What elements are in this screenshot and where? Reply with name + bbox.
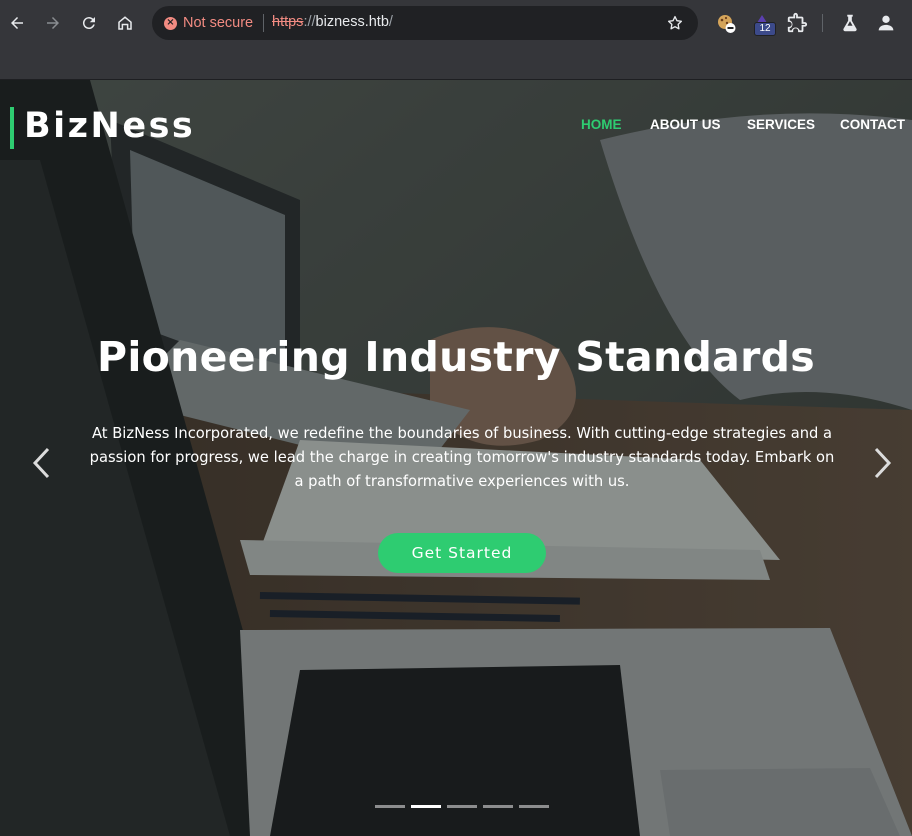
- url-text[interactable]: https://bizness.htb/: [272, 14, 393, 30]
- back-button[interactable]: [5, 11, 29, 35]
- nav-contact[interactable]: CONTACT: [840, 117, 905, 132]
- profile-icon[interactable]: [875, 12, 897, 34]
- security-label: Not secure: [183, 15, 254, 31]
- extension-badge-count: 12: [754, 22, 776, 36]
- extension-cookie-icon[interactable]: [715, 12, 737, 34]
- carousel-next-icon[interactable]: [870, 446, 894, 480]
- carousel-indicator-3[interactable]: [447, 805, 477, 808]
- url-scheme: https: [272, 14, 304, 30]
- star-icon[interactable]: [666, 14, 684, 32]
- back-icon: [11, 17, 23, 29]
- carousel-indicator-5[interactable]: [519, 805, 549, 808]
- forward-icon: [47, 17, 59, 29]
- main-nav: HOME ABOUT US SERVICES CONTACT: [0, 117, 912, 137]
- url-path: /: [388, 14, 393, 30]
- nav-home[interactable]: HOME: [581, 117, 622, 132]
- carousel-indicator-1[interactable]: [375, 805, 405, 808]
- url-separator: ://: [303, 14, 316, 30]
- security-chip[interactable]: × Not secure: [156, 10, 263, 36]
- browser-toolbar: × Not secure https://bizness.htb/ 12: [0, 0, 912, 46]
- bookmarks-bar: [0, 46, 912, 80]
- carousel-prev-icon[interactable]: [30, 446, 54, 480]
- forward-button[interactable]: [41, 11, 65, 35]
- hero-title: Pioneering Industry Standards: [96, 333, 816, 381]
- address-bar[interactable]: × Not secure https://bizness.htb/: [152, 6, 698, 40]
- carousel-indicator-4[interactable]: [483, 805, 513, 808]
- home-button[interactable]: [113, 11, 137, 35]
- puzzle-icon[interactable]: [786, 12, 808, 34]
- warning-icon: ×: [164, 16, 177, 30]
- nav-services[interactable]: SERVICES: [747, 117, 815, 132]
- web-page: BizNess HOME ABOUT US SERVICES CONTACT P…: [0, 80, 912, 836]
- get-started-button[interactable]: Get Started: [378, 533, 546, 573]
- omnibox-divider: [263, 14, 264, 32]
- hero-description: At BizNess Incorporated, we redefine the…: [89, 425, 835, 490]
- url-host: bizness.htb: [315, 14, 389, 30]
- toolbar-divider: [822, 14, 823, 32]
- home-icon: [118, 16, 132, 30]
- nav-about-us[interactable]: ABOUT US: [650, 117, 721, 132]
- carousel-indicator-2[interactable]: [411, 805, 441, 808]
- reload-button[interactable]: [77, 11, 101, 35]
- reload-icon: [82, 17, 95, 30]
- labs-icon[interactable]: [839, 12, 861, 34]
